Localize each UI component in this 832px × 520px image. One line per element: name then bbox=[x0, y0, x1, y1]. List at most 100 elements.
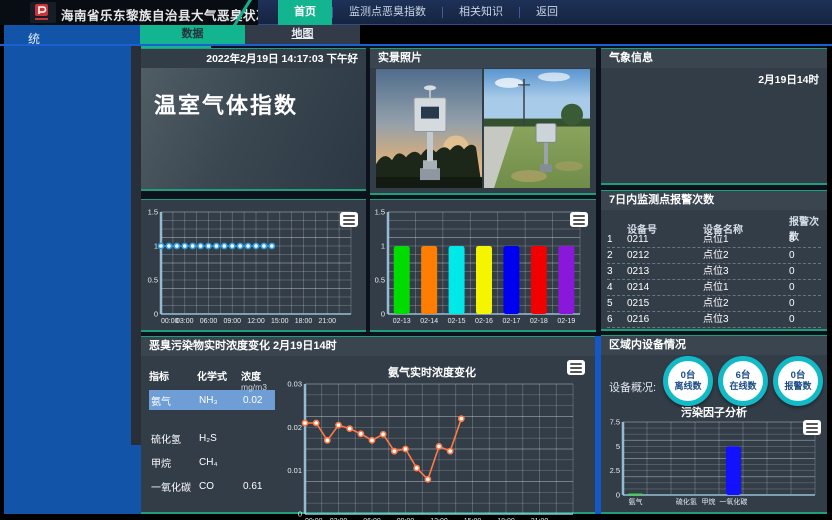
svg-text:18:00: 18:00 bbox=[295, 318, 313, 325]
cell-alarm-count: 0 bbox=[789, 264, 821, 279]
chart-menu-icon[interactable] bbox=[567, 360, 585, 375]
cell-device-id: 0216 bbox=[627, 312, 703, 327]
alarm-panel-title: 7日内监测点报警次数 bbox=[601, 191, 827, 210]
svg-text:02-13: 02-13 bbox=[393, 318, 411, 325]
stat-count: 0台 bbox=[681, 371, 696, 381]
cell-alarm-count: 0 bbox=[789, 296, 821, 311]
dashboard-screen: 统 海南省乐东黎族自治县大气恶臭状况实时发布系 首页监测点恶臭指数相关知识返回 … bbox=[0, 0, 832, 520]
nav-item-odor-index[interactable]: 监测点恶臭指数 bbox=[333, 0, 442, 25]
svg-text:0.02: 0.02 bbox=[287, 423, 302, 432]
stat-count: 0台 bbox=[791, 371, 806, 381]
alarm-table: 设备号 设备名称 报警次数 10211点位1020212点位2030213点位3… bbox=[607, 215, 821, 328]
cell-device-name: 点位1 bbox=[703, 280, 789, 295]
cell-device-name: 点位1 bbox=[703, 232, 789, 247]
alarm-table-header: 设备号 设备名称 报警次数 bbox=[607, 215, 821, 232]
svg-text:0.5: 0.5 bbox=[148, 276, 158, 285]
svg-text:06:00: 06:00 bbox=[200, 318, 218, 325]
cell-device-id: 0214 bbox=[627, 280, 703, 295]
device-stat-circle: 6台在线数 bbox=[718, 356, 768, 406]
greenhouse-index-chart[interactable]: 00.511.500:0003:0006:0009:0012:0015:0018… bbox=[143, 204, 359, 327]
photos-panel-title: 实景照片 bbox=[370, 49, 596, 68]
header-formula: 化学式 bbox=[197, 368, 241, 392]
chart-menu-icon[interactable] bbox=[340, 212, 358, 227]
svg-text:7.5: 7.5 bbox=[610, 418, 620, 427]
odor-panel-title: 恶臭污染物实时浓度变化 2月19日14时 bbox=[141, 337, 595, 356]
cell-device-name: 点位2 bbox=[703, 296, 789, 311]
svg-text:02-17: 02-17 bbox=[502, 318, 520, 325]
alarm-panel: 7日内监测点报警次数 设备号 设备名称 报警次数 10211点位1020212点… bbox=[601, 190, 827, 331]
svg-text:0: 0 bbox=[154, 310, 158, 319]
row-index: 2 bbox=[607, 248, 627, 263]
svg-text:12:00: 12:00 bbox=[247, 318, 265, 325]
top-nav: 首页监测点恶臭指数相关知识返回 bbox=[258, 0, 832, 25]
stat-label: 在线数 bbox=[729, 381, 756, 391]
cell-indicator: 一氧化碳 bbox=[151, 479, 199, 494]
list-item[interactable]: 一氧化碳CO0.61 bbox=[149, 476, 275, 496]
list-item[interactable]: 甲烷CH₄ bbox=[149, 452, 275, 472]
daily-odor-index-chart[interactable]: 00.511.502-1302-1402-1502-1602-1702-1802… bbox=[372, 204, 590, 327]
list-item[interactable]: 氨气NH₃0.02 bbox=[149, 390, 275, 410]
nav-item-home[interactable]: 首页 bbox=[278, 0, 332, 25]
cell-device-id: 0215 bbox=[627, 296, 703, 311]
tab-data[interactable]: 数据 bbox=[140, 25, 245, 44]
sidebar: 统 bbox=[4, 25, 141, 514]
cell-indicator: 甲烷 bbox=[151, 455, 199, 470]
svg-text:0.01: 0.01 bbox=[287, 466, 302, 475]
top-bar: 海南省乐东黎族自治县大气恶臭状况实时发布系 首页监测点恶臭指数相关知识返回 bbox=[0, 0, 832, 25]
svg-text:1.5: 1.5 bbox=[148, 208, 158, 217]
svg-text:0: 0 bbox=[616, 491, 620, 500]
svg-text:0.5: 0.5 bbox=[375, 276, 385, 285]
svg-text:1: 1 bbox=[381, 242, 385, 251]
cell-alarm-count: 0 bbox=[789, 280, 821, 295]
ammonia-realtime-chart[interactable]: 00.010.020.0300:0003:0006:0009:0012:0015… bbox=[279, 376, 585, 520]
row-index: 6 bbox=[607, 312, 627, 327]
device-stat-circles: 0台离线数6台在线数0台报警数 bbox=[663, 356, 823, 406]
unit-label: mg/m3 bbox=[241, 382, 275, 392]
greenhouse-chart-panel: 00.511.500:0003:0006:0009:0012:0015:0018… bbox=[141, 199, 366, 332]
logo-icon bbox=[30, 2, 56, 23]
cell-device-id: 0211 bbox=[627, 232, 703, 247]
chart-menu-icon[interactable] bbox=[570, 212, 588, 227]
svg-text:5: 5 bbox=[616, 442, 620, 451]
cell-value: 0.02 bbox=[243, 395, 277, 406]
nav-item-back[interactable]: 返回 bbox=[520, 0, 574, 25]
header-concentration: 浓度mg/m3 bbox=[241, 368, 275, 392]
photo-wrap bbox=[376, 69, 590, 188]
cell-device-name: 点位2 bbox=[703, 248, 789, 263]
svg-text:2.5: 2.5 bbox=[610, 466, 620, 475]
weather-panel: 气象信息 2月19日14时 bbox=[601, 48, 827, 185]
table-row: 60216点位30 bbox=[607, 312, 821, 328]
device-panel: 区域内设备情况 设备概况: 0台离线数6台在线数0台报警数 污染因子分析 02.… bbox=[601, 335, 827, 514]
svg-text:03:00: 03:00 bbox=[176, 318, 194, 325]
datetime-text: 2022年2月19日 14:17:03 下午好 bbox=[206, 51, 358, 66]
chart-menu-icon[interactable] bbox=[803, 420, 821, 435]
svg-text:15:00: 15:00 bbox=[271, 318, 289, 325]
svg-text:1.5: 1.5 bbox=[375, 208, 385, 217]
stat-count: 6台 bbox=[736, 371, 751, 381]
weather-panel-title: 气象信息 bbox=[601, 49, 827, 68]
stat-label: 离线数 bbox=[674, 381, 701, 391]
tab-map[interactable]: 地图 bbox=[245, 25, 360, 44]
cell-value: 0.61 bbox=[243, 481, 277, 492]
device-stat-circle: 0台报警数 bbox=[773, 356, 823, 406]
odor-table: 指标 化学式 浓度mg/m3 氨气NH₃0.02硫化氢H₂S甲烷CH₄一氧化碳C… bbox=[149, 368, 275, 500]
svg-text:甲烷: 甲烷 bbox=[701, 497, 715, 506]
svg-text:1: 1 bbox=[154, 242, 158, 251]
cell-alarm-count: 0 bbox=[789, 232, 821, 247]
svg-text:02-15: 02-15 bbox=[448, 318, 466, 325]
device-stat-circle: 0台离线数 bbox=[663, 356, 713, 406]
odor-table-header: 指标 化学式 浓度mg/m3 bbox=[149, 368, 275, 388]
weather-date: 2月19日14时 bbox=[758, 72, 819, 87]
nav-item-knowledge[interactable]: 相关知识 bbox=[443, 0, 519, 25]
list-item[interactable]: 硫化氢H₂S bbox=[149, 428, 275, 448]
svg-text:21:00: 21:00 bbox=[318, 318, 336, 325]
svg-text:02-19: 02-19 bbox=[557, 318, 575, 325]
cell-formula: CH₄ bbox=[199, 457, 243, 468]
alarm-rows: 10211点位1020212点位2030213点位3040214点位105021… bbox=[607, 232, 821, 328]
cell-formula: CO bbox=[199, 481, 243, 492]
tab-underline bbox=[0, 44, 832, 46]
cell-device-id: 0213 bbox=[627, 264, 703, 279]
pollution-factor-chart[interactable]: 02.557.5氨气硫化氢甲烷一氧化碳 bbox=[605, 418, 823, 508]
cell-device-name: 点位3 bbox=[703, 312, 789, 327]
device-overview-label: 设备概况: bbox=[609, 379, 656, 395]
